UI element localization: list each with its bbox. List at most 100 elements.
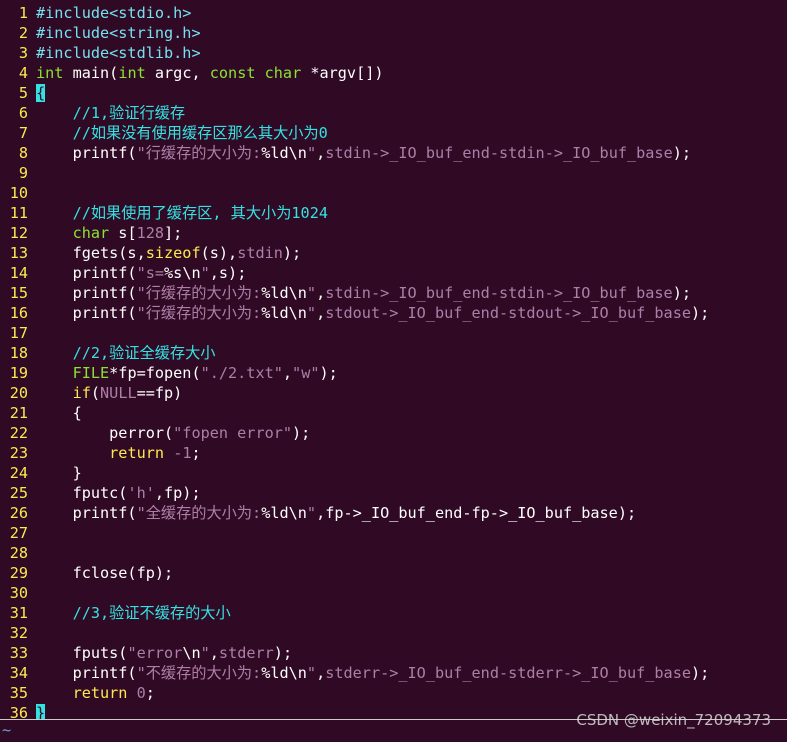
code-line[interactable]: 23 return -1; xyxy=(0,443,787,463)
code-token: , xyxy=(316,284,326,302)
code-line[interactable]: 9 xyxy=(0,163,787,183)
code-token: return xyxy=(72,684,128,702)
code-token: printf( xyxy=(36,304,137,322)
code-line[interactable]: 1 #include<stdio.h> xyxy=(0,3,787,23)
code-line[interactable]: 33 fputs("error\n",stderr); xyxy=(0,643,787,663)
code-line[interactable]: 24 } xyxy=(0,463,787,483)
code-token: , xyxy=(316,304,326,322)
code-text: return 0; xyxy=(36,683,155,703)
code-line[interactable]: 29 fclose(fp); xyxy=(0,563,787,583)
code-line[interactable]: 21 { xyxy=(0,403,787,423)
line-number: 3 xyxy=(18,44,28,62)
code-line[interactable]: 2 #include<string.h> xyxy=(0,23,787,43)
code-token: stdin->_IO_buf_end-stdin->_IO_buf_base xyxy=(325,284,673,302)
code-line[interactable]: 3 #include<stdlib.h> xyxy=(0,43,787,63)
code-token: %ld\n xyxy=(261,284,307,302)
code-text: } xyxy=(36,703,46,719)
code-text: { xyxy=(36,83,46,103)
code-token: 'h' xyxy=(127,484,155,502)
line-number: 24 xyxy=(9,464,28,482)
code-line[interactable]: 15 printf("行缓存的大小为:%ld\n",stdin->_IO_buf… xyxy=(0,283,787,303)
cursor: } xyxy=(36,704,46,719)
code-line[interactable]: 18 //2,验证全缓存大小 xyxy=(0,343,787,363)
code-text: printf("s=%s\n",s); xyxy=(36,263,247,283)
code-token: "全缓存的大小为: xyxy=(136,504,262,522)
code-token: \n xyxy=(182,644,201,662)
code-token: //3,验证不缓存的大小 xyxy=(72,604,231,622)
code-line[interactable]: 10 xyxy=(0,183,787,203)
line-number: 22 xyxy=(9,424,28,442)
line-number: 20 xyxy=(9,384,28,402)
code-token: -1 xyxy=(173,444,192,462)
code-token: ); xyxy=(690,664,710,682)
code-line[interactable]: 13 fgets(s,sizeof(s),stdin); xyxy=(0,243,787,263)
code-editor[interactable]: 1 #include<stdio.h> 2 #include<string.h> 3 #i… xyxy=(0,3,787,719)
code-token: ,s); xyxy=(209,264,247,282)
code-line[interactable]: 6 //1,验证行缓存 xyxy=(0,103,787,123)
code-token: char xyxy=(72,224,110,242)
code-line[interactable]: 14 printf("s=%s\n",s); xyxy=(0,263,787,283)
line-number: 23 xyxy=(9,444,28,462)
line-number: 36 xyxy=(9,704,28,719)
code-token: *argv[]) xyxy=(301,64,384,82)
line-number: 33 xyxy=(9,644,28,662)
code-line[interactable]: 34 printf("不缓存的大小为:%ld\n",stderr->_IO_bu… xyxy=(0,663,787,683)
code-text: //1,验证行缓存 xyxy=(36,103,186,123)
code-line[interactable]: 25 fputc('h',fp); xyxy=(0,483,787,503)
code-line[interactable]: 28 xyxy=(0,543,787,563)
line-number: 8 xyxy=(18,144,28,162)
code-token: printf( xyxy=(36,284,137,302)
line-number: 1 xyxy=(18,4,28,22)
code-line[interactable]: 12 char s[128]; xyxy=(0,223,787,243)
code-token: *fp=fopen( xyxy=(109,364,201,382)
line-number: 13 xyxy=(9,244,28,262)
code-line[interactable]: 8 printf("行缓存的大小为:%ld\n",stdin->_IO_buf_… xyxy=(0,143,787,163)
code-text: fgets(s,sizeof(s),stdin); xyxy=(36,243,302,263)
code-token: %ld\n xyxy=(261,304,307,322)
code-token: ); xyxy=(690,304,710,322)
line-number: 21 xyxy=(9,404,28,422)
code-text: //如果使用了缓存区, 其大小为1024 xyxy=(36,203,328,223)
code-token: "w" xyxy=(292,364,320,382)
line-number: 9 xyxy=(18,164,28,182)
code-token: " xyxy=(306,664,317,682)
code-line[interactable]: 4 int main(int argc, const char *argv[]) xyxy=(0,63,787,83)
code-token: ]; xyxy=(164,224,183,242)
code-line[interactable]: 30 xyxy=(0,583,787,603)
code-token: fputs( xyxy=(36,644,128,662)
code-line[interactable]: 35 return 0; xyxy=(0,683,787,703)
code-text: fputc('h',fp); xyxy=(36,483,201,503)
code-line[interactable]: 32 xyxy=(0,623,787,643)
code-line[interactable]: 11 //如果使用了缓存区, 其大小为1024 xyxy=(0,203,787,223)
code-token: return xyxy=(109,444,165,462)
code-token: argc, xyxy=(145,64,210,82)
code-line[interactable]: 7 //如果没有使用缓存区那么其大小为0 xyxy=(0,123,787,143)
code-line[interactable]: 5{ xyxy=(0,83,787,103)
line-number: 28 xyxy=(9,544,28,562)
code-token: printf( xyxy=(36,144,137,162)
code-line[interactable]: 31 //3,验证不缓存的大小 xyxy=(0,603,787,623)
code-line[interactable]: 20 if(NULL==fp) xyxy=(0,383,787,403)
code-line[interactable]: 26 printf("全缓存的大小为:%ld\n",fp->_IO_buf_en… xyxy=(0,503,787,523)
code-token: fputc( xyxy=(36,484,128,502)
code-text: if(NULL==fp) xyxy=(36,383,183,403)
code-token: "error xyxy=(127,644,183,662)
code-token: s[ xyxy=(109,224,137,242)
code-line[interactable]: 19 FILE*fp=fopen("./2.txt","w"); xyxy=(0,363,787,383)
code-token: } xyxy=(36,464,82,482)
line-number: 10 xyxy=(9,184,28,202)
line-number: 18 xyxy=(9,344,28,362)
line-number: 11 xyxy=(9,204,28,222)
code-token: #include<stdio.h> xyxy=(36,4,192,22)
code-line[interactable]: 22 perror("fopen error"); xyxy=(0,423,787,443)
code-token: stdin xyxy=(237,244,283,262)
code-text: printf("不缓存的大小为:%ld\n",stderr->_IO_buf_e… xyxy=(36,663,710,683)
code-token: "行缓存的大小为: xyxy=(136,144,262,162)
code-line[interactable]: 17 xyxy=(0,323,787,343)
code-line[interactable]: 16 printf("行缓存的大小为:%ld\n",stdout->_IO_bu… xyxy=(0,303,787,323)
code-line[interactable]: 27 xyxy=(0,523,787,543)
